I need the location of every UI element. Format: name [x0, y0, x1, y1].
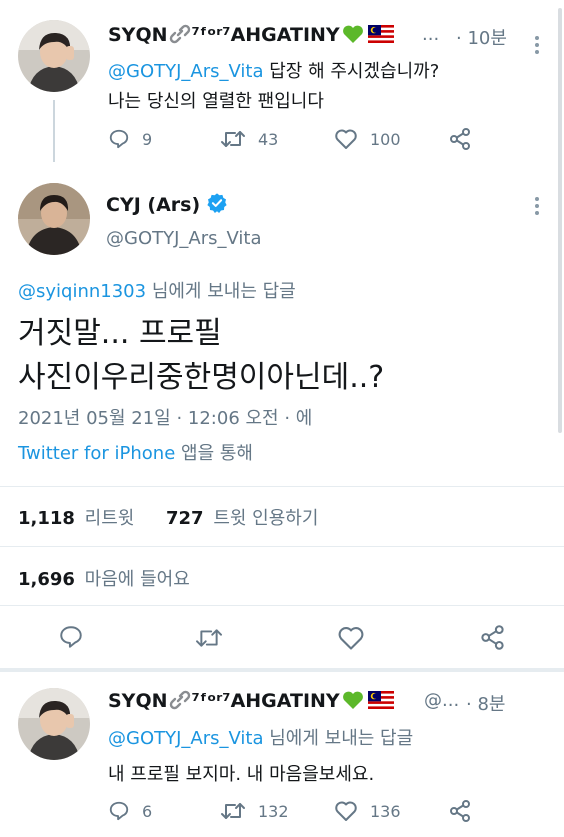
handle[interactable]: @GOTYJ_Ars_Vita: [106, 228, 262, 249]
handle[interactable]: ...: [422, 24, 439, 45]
author-name-mid[interactable]: ⁷ᶠᵒʳ⁷AHGATINY: [192, 690, 340, 712]
share-icon: [481, 625, 504, 650]
tweet-source: Twitter for iPhone 앱을 통해: [18, 443, 253, 464]
reply-count: 9: [142, 129, 153, 149]
reply-icon: [109, 129, 129, 149]
share-icon: [450, 128, 470, 150]
scrollbar[interactable]: [558, 8, 562, 433]
divider: [0, 546, 564, 547]
tweet-time[interactable]: · 8분: [466, 690, 505, 716]
retweet-count: 43: [258, 129, 279, 149]
more-options-icon[interactable]: [535, 36, 539, 57]
retweet-icon: [196, 629, 222, 647]
reply-count: 6: [142, 801, 153, 821]
like-action[interactable]: 136: [334, 800, 401, 822]
like-stats[interactable]: 1,696 마음에 들어요: [18, 565, 190, 591]
retweet-stats[interactable]: 1,118 리트윗: [18, 504, 134, 530]
tweet-text: @GOTYJ_Ars_Vita 답장 해 주시겠습니까? 나는 당신의 열렬한 …: [108, 61, 440, 112]
like-button[interactable]: [337, 625, 365, 651]
malaysia-flag-icon: [367, 691, 394, 714]
thread-connector: [53, 100, 55, 162]
retweet-action[interactable]: 43: [220, 128, 278, 150]
avatar[interactable]: [18, 183, 90, 255]
author-name[interactable]: SYQN: [108, 24, 168, 46]
reply-button[interactable]: [58, 624, 84, 650]
retweet-button[interactable]: [194, 626, 224, 650]
green-heart-icon: [342, 24, 364, 49]
mention-link[interactable]: @GOTYJ_Ars_Vita: [108, 61, 264, 82]
retweet-icon: [221, 803, 245, 819]
share-button[interactable]: [479, 624, 506, 651]
link-icon: [169, 24, 191, 49]
like-action[interactable]: 100: [334, 128, 401, 150]
share-action[interactable]: [448, 799, 472, 823]
retweet-total: 1,118: [18, 508, 75, 529]
green-heart-icon: [342, 690, 364, 715]
tweet-timestamp[interactable]: 2021년 05월 21일 · 12:06 오전 · 에: [18, 404, 312, 430]
divider: [0, 486, 564, 487]
retweet-count: 132: [258, 801, 289, 821]
section-separator: [0, 668, 564, 672]
reply-context: @syiqinn1303 님에게 보내는 답글: [18, 281, 296, 302]
reply-to-link[interactable]: @syiqinn1303: [18, 281, 146, 302]
reply-icon: [109, 801, 129, 821]
share-action[interactable]: [448, 127, 472, 151]
heart-icon: [335, 129, 357, 149]
like-count: 100: [370, 129, 401, 149]
quote-stats[interactable]: 727 트윗 인용하기: [166, 504, 318, 530]
author-name-mid[interactable]: ⁷ᶠᵒʳ⁷AHGATINY: [192, 24, 340, 46]
avatar[interactable]: [18, 20, 90, 92]
reply-icon: [60, 626, 82, 648]
heart-icon: [338, 627, 364, 650]
reply-action[interactable]: 9: [108, 128, 152, 150]
like-total: 1,696: [18, 569, 75, 590]
tweet-text: 내 프로필 보지마. 내 마음을보세요.: [108, 764, 375, 785]
verified-badge-icon: [206, 192, 228, 219]
reply-context: @GOTYJ_Ars_Vita 님에게 보내는 답글: [108, 728, 414, 749]
retweet-action[interactable]: 132: [220, 800, 289, 822]
share-icon: [450, 800, 470, 822]
source-link[interactable]: Twitter for iPhone: [18, 443, 175, 464]
malaysia-flag-icon: [367, 25, 394, 48]
more-options-icon[interactable]: [535, 197, 539, 218]
author-name[interactable]: SYQN: [108, 690, 168, 712]
link-icon: [169, 690, 191, 715]
author-name[interactable]: CYJ (Ars): [106, 194, 200, 216]
heart-icon: [335, 801, 357, 821]
reply-action[interactable]: 6: [108, 800, 152, 822]
like-count: 136: [370, 801, 401, 821]
mention-link[interactable]: @GOTYJ_Ars_Vita: [108, 728, 264, 749]
divider: [0, 605, 564, 606]
tweet-text: 거짓말... 프로필 사진이우리중한명이아닌데..?: [18, 316, 385, 395]
quote-total: 727: [166, 508, 204, 529]
handle[interactable]: @...: [424, 690, 459, 711]
avatar[interactable]: [18, 688, 90, 760]
retweet-icon: [221, 131, 245, 147]
tweet-time[interactable]: · 10분: [456, 24, 507, 50]
